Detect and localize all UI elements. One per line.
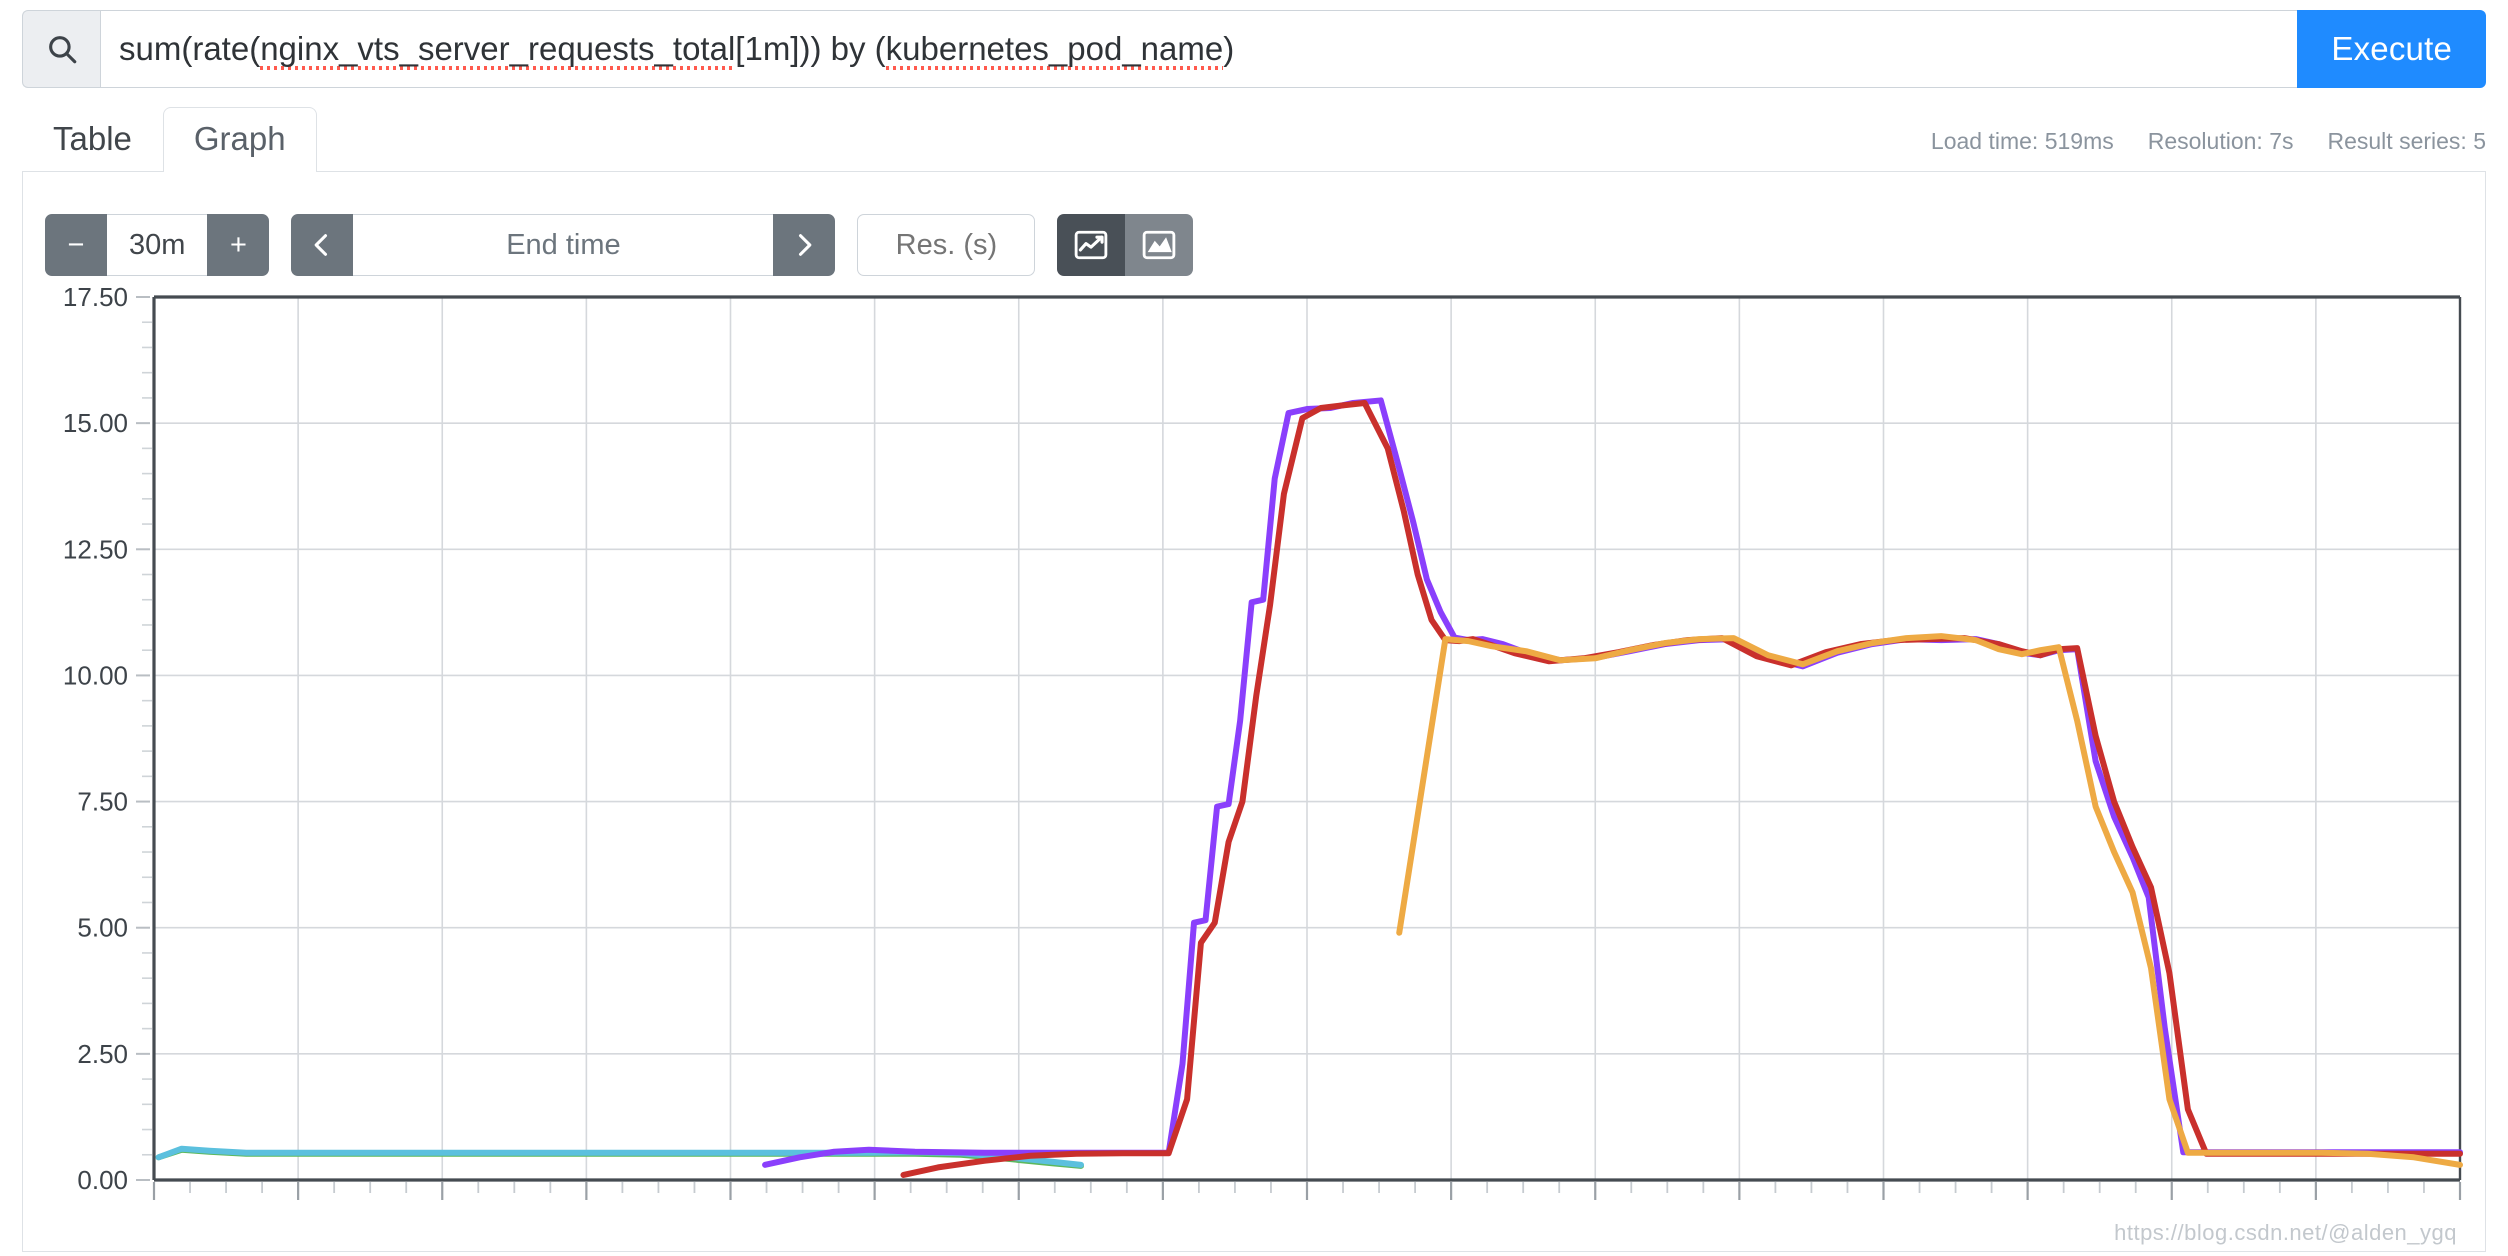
resolution-input-field[interactable] (858, 215, 1035, 275)
stat-load-time: Load time: 519ms (1930, 128, 2114, 154)
stat-result-series: Result series: 5 (2327, 128, 2486, 154)
time-next-button[interactable] (773, 214, 836, 276)
tab-table[interactable]: Table (22, 107, 163, 172)
y-axis-tick-label: 5.00 (77, 913, 128, 943)
end-time-input[interactable]: End time (353, 214, 774, 276)
time-previous-button[interactable] (291, 214, 354, 276)
watermark-text: https://blog.csdn.net/@alden_ygq (2114, 1220, 2457, 1245)
end-time-input-group: End time (291, 214, 836, 276)
time-series-chart[interactable]: 0.00 2.50 5.00 7.50 10.00 12.50 15.00 17.50 (23, 282, 2487, 1252)
graph-controls-toolbar: − 30m + End time (45, 214, 1194, 276)
y-axis-tick-label: 0.00 (77, 1165, 128, 1195)
graph-canvas[interactable]: 0.00 2.50 5.00 7.50 10.00 12.50 15.00 17.50 htt… (23, 282, 2487, 1252)
y-axis-tick-label: 2.50 (77, 1039, 128, 1069)
range-decrease-button[interactable]: − (45, 214, 107, 276)
range-input-group: − 30m + (45, 214, 270, 276)
y-axis-tick-label: 7.50 (77, 787, 128, 817)
stat-resolution: Resolution: 7s (2147, 128, 2294, 154)
chart-series-series-yellow (1396, 633, 2463, 1168)
search-icon (22, 10, 100, 88)
y-axis-tick-label: 10.00 (63, 660, 128, 690)
query-expression-input[interactable]: sum(rate(nginx_vts_server_requests_total… (100, 10, 2298, 88)
resolution-input[interactable] (857, 214, 1036, 276)
range-increase-button[interactable]: + (207, 214, 270, 276)
range-input[interactable]: 30m (107, 214, 208, 276)
prometheus-graph-page: sum(rate(nginx_vts_server_requests_total… (0, 0, 2508, 1256)
line-chart-icon[interactable] (1057, 214, 1126, 276)
y-axis-tick-label: 15.00 (63, 408, 128, 438)
y-axis-tick-label: 12.50 (63, 534, 128, 564)
chart-series-series-red (900, 399, 2463, 1178)
y-axis-tick-label: 17.50 (63, 282, 128, 312)
tab-graph[interactable]: Graph (162, 107, 317, 172)
execute-button[interactable]: Execute (2297, 10, 2486, 88)
result-view-tabs: Table Graph Load time: 519ms Resolution:… (22, 107, 2486, 172)
chart-type-toggle (1057, 214, 1194, 276)
query-bar: sum(rate(nginx_vts_server_requests_total… (22, 10, 2486, 88)
query-stats: Load time: 519ms Resolution: 7s Result s… (1931, 128, 2486, 171)
area-chart-icon[interactable] (1125, 214, 1194, 276)
graph-panel: − 30m + End time Res. (s) 0.00 2.50 5.00… (22, 172, 2486, 1252)
